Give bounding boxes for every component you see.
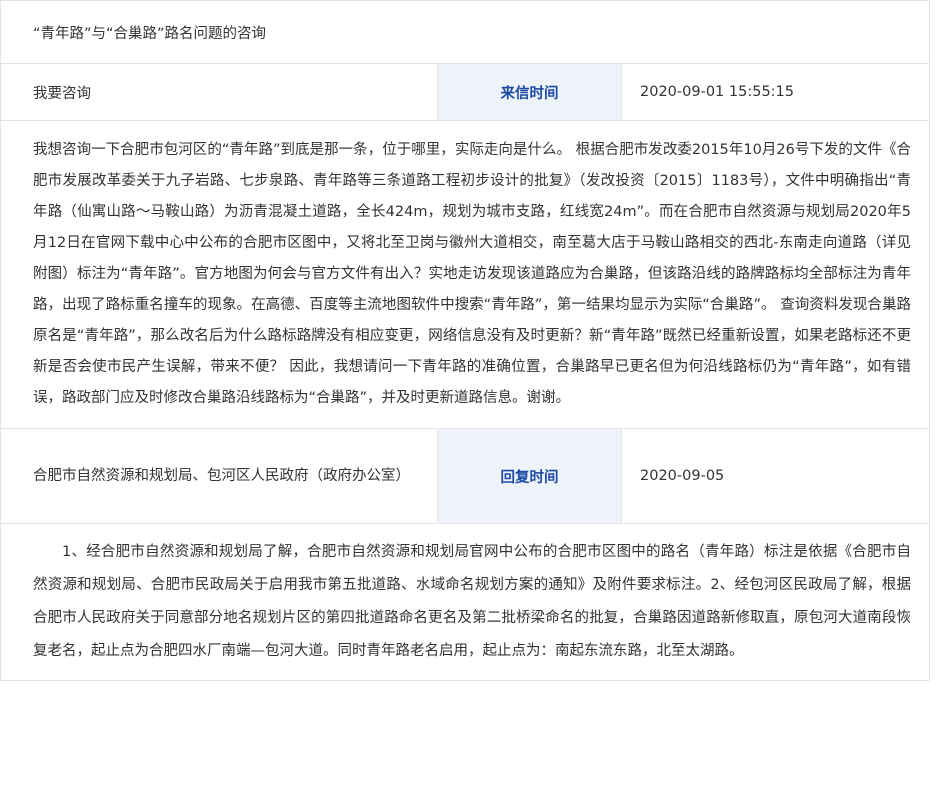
consult-meta-row: 我要咨询 来信时间 2020-09-01 15:55:15 bbox=[0, 63, 931, 121]
consult-content: 我想咨询一下合肥市包河区的“青年路”到底是那一条，位于哪里，实际走向是什么。 根… bbox=[0, 120, 931, 429]
consultation-title: “青年路”与“合巢路”路名问题的咨询 bbox=[0, 0, 931, 64]
consult-type: 我要咨询 bbox=[0, 63, 438, 121]
consult-body-row: 我想咨询一下合肥市包河区的“青年路”到底是那一条，位于哪里，实际走向是什么。 根… bbox=[0, 120, 931, 429]
reply-content: 1、经合肥市自然资源和规划局了解，合肥市自然资源和规划局官网中公布的合肥市区图中… bbox=[0, 523, 931, 681]
consultation-table: “青年路”与“合巢路”路名问题的咨询 我要咨询 来信时间 2020-09-01 … bbox=[0, 0, 931, 681]
reply-body-row: 1、经合肥市自然资源和规划局了解，合肥市自然资源和规划局官网中公布的合肥市区图中… bbox=[0, 523, 931, 681]
reply-time-value: 2020-09-05 bbox=[620, 428, 931, 524]
reply-department: 合肥市自然资源和规划局、包河区人民政府（政府办公室） bbox=[0, 428, 438, 524]
letter-time-value: 2020-09-01 15:55:15 bbox=[620, 63, 931, 121]
letter-time-label: 来信时间 bbox=[437, 63, 622, 121]
reply-time-label: 回复时间 bbox=[437, 428, 622, 524]
title-row: “青年路”与“合巢路”路名问题的咨询 bbox=[0, 0, 931, 64]
reply-meta-row: 合肥市自然资源和规划局、包河区人民政府（政府办公室） 回复时间 2020-09-… bbox=[0, 428, 931, 524]
